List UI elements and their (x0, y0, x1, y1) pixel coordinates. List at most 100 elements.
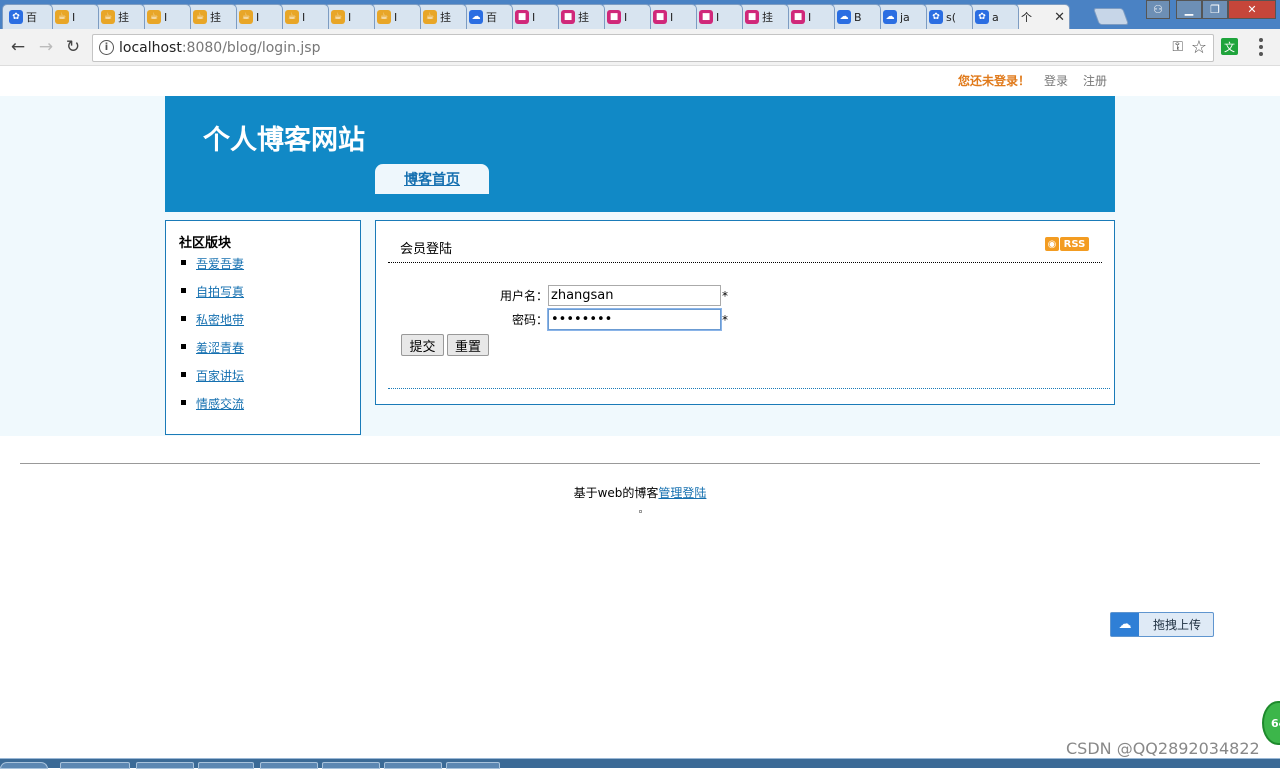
browser-menu-icon[interactable] (1256, 38, 1266, 56)
browser-tab[interactable]: ✿ a (968, 4, 1019, 29)
close-tab-icon[interactable]: ✕ (1054, 10, 1065, 25)
sidebar-item: 百家讲坛 (179, 367, 244, 395)
cup-icon: ☕ (147, 10, 161, 24)
tab-title: I (624, 10, 628, 24)
username-label: 用户名： (499, 289, 548, 303)
password-input[interactable] (547, 308, 722, 331)
tab-title: I (716, 10, 720, 24)
browser-tab[interactable]: ☕ I (324, 4, 375, 29)
url-path: :8080/blog/login.jsp (181, 40, 321, 56)
sidebar-link[interactable]: 羞涩青春 (196, 339, 244, 356)
square-icon: ■ (791, 10, 805, 24)
cup-icon: ☕ (377, 10, 391, 24)
browser-tab[interactable]: ☕ I (278, 4, 329, 29)
bullet-icon (181, 260, 186, 265)
browser-tab[interactable]: ■ I (692, 4, 743, 29)
login-link[interactable]: 登录 (1044, 72, 1068, 89)
os-taskbar (0, 758, 1280, 769)
speed-orb[interactable]: 64 (1262, 701, 1280, 745)
tab-title: 挂 (578, 11, 589, 24)
browser-tab[interactable]: ✿ s( (922, 4, 973, 29)
sidebar-link[interactable]: 私密地带 (196, 311, 244, 328)
submit-button[interactable]: 提交 (401, 334, 444, 356)
browser-tab[interactable]: ☁ B (830, 4, 881, 29)
tab-title: 百 (486, 11, 497, 24)
back-arrow-icon[interactable]: ← (8, 37, 28, 57)
tab-title: I (302, 10, 306, 24)
reset-button[interactable]: 重置 (447, 334, 489, 356)
bullet-icon (181, 400, 186, 405)
browser-tab[interactable]: ■ I (784, 4, 835, 29)
footer-divider (20, 463, 1260, 464)
cup-icon: ☕ (101, 10, 115, 24)
new-tab-button[interactable] (1092, 8, 1130, 25)
browser-tab[interactable]: ☕ I (370, 4, 421, 29)
close-window-button[interactable]: ✕ (1228, 0, 1276, 19)
sidebar-item: 自拍写真 (179, 283, 244, 311)
tab-title: a (992, 10, 999, 24)
sidebar-list: 吾爱吾妻 自拍写真 私密地带 羞涩青春 百家讲坛 情感交流 (179, 255, 244, 423)
browser-tab[interactable]: ☕ I (232, 4, 283, 29)
bookmark-star-icon[interactable]: ☆ (1191, 37, 1207, 58)
info-icon[interactable]: i (99, 40, 114, 55)
tab-title: I (532, 10, 536, 24)
register-link[interactable]: 注册 (1083, 72, 1107, 89)
sidebar-title: 社区版块 (179, 236, 232, 251)
cup-icon: ☕ (55, 10, 69, 24)
page-content: 您还未登录！ 登录 注册 个人博客网站 博客首页 社区版块 吾爱吾妻 自拍写真 … (0, 66, 1280, 758)
browser-tab[interactable]: ■ 挂 (554, 4, 605, 29)
cloud-icon: ☁ (883, 10, 897, 24)
browser-tab[interactable]: ☁ 百 (462, 4, 513, 29)
browser-tab[interactable]: ■ 挂 (738, 4, 789, 29)
translate-extension-icon[interactable]: 文 (1221, 38, 1238, 55)
tab-title: B (854, 10, 862, 24)
username-input[interactable] (548, 285, 721, 306)
browser-tab[interactable]: ☕ I (140, 4, 191, 29)
reload-icon[interactable]: ↻ (63, 37, 83, 57)
site-title: 个人博客网站 (203, 125, 365, 156)
site-header: 个人博客网站 博客首页 (165, 96, 1115, 212)
browser-tab[interactable]: ✿ 百 (2, 4, 53, 29)
sidebar-link[interactable]: 自拍写真 (196, 283, 244, 300)
rss-label: RSS (1060, 237, 1089, 251)
nav-tab-blog-home[interactable]: 博客首页 (375, 164, 489, 194)
browser-tab-strip: 个 ✕ ✿ a ✿ s(☁ ja ☁ B ■ I ■ 挂 ■ I ■ I ■ I ■ 挂 ■ I ☁ 百 ☕ 挂 ☕ I ☕ I ☕ I ☕ I ☕ 挂… (0, 0, 1280, 29)
upload-label: 拖拽上传 (1153, 618, 1202, 632)
divider (388, 262, 1102, 263)
bullet-icon (181, 372, 186, 377)
tab-title: I (164, 10, 168, 24)
rss-icon: ◉ (1045, 237, 1059, 251)
minimize-button[interactable]: ▁ (1176, 0, 1202, 19)
browser-tab[interactable]: ■ I (600, 4, 651, 29)
square-icon: ■ (653, 10, 667, 24)
bullet-icon (181, 288, 186, 293)
restore-button[interactable]: ❐ (1202, 0, 1228, 19)
tab-title: 挂 (210, 11, 221, 24)
browser-tab[interactable]: ☕ 挂 (186, 4, 237, 29)
browser-tab[interactable]: ☁ ja (876, 4, 927, 29)
user-status-bar: 您还未登录！ 登录 注册 (0, 66, 1280, 96)
user-profile-icon[interactable]: ⚇ (1146, 0, 1170, 19)
browser-tab[interactable]: ☕ 挂 (94, 4, 145, 29)
sidebar-link[interactable]: 吾爱吾妻 (196, 255, 244, 272)
browser-tab[interactable]: ☕ 挂 (416, 4, 467, 29)
sidebar-link[interactable]: 百家讲坛 (196, 367, 244, 384)
sidebar-item: 情感交流 (179, 395, 244, 423)
url-host: localhost (119, 40, 182, 56)
password-label: 密码： (511, 313, 548, 327)
forward-arrow-icon[interactable]: → (36, 37, 56, 57)
drag-upload-button[interactable]: ☁ 拖拽上传 (1110, 612, 1214, 637)
key-icon[interactable]: ⚿ (1172, 39, 1183, 55)
paw-icon: ✿ (9, 10, 23, 24)
address-bar[interactable]: i localhost:8080/blog/login.jsp ⚿ ☆ (92, 34, 1214, 62)
browser-tab[interactable]: ■ I (646, 4, 697, 29)
tab-title: 个 (1021, 11, 1032, 24)
sidebar-link[interactable]: 情感交流 (196, 395, 244, 412)
rss-badge[interactable]: ◉ RSS (1045, 237, 1089, 251)
browser-tab[interactable]: ■ I (508, 4, 559, 29)
browser-toolbar: ← → ↻ i localhost:8080/blog/login.jsp ⚿ … (0, 29, 1280, 66)
url-text[interactable]: localhost:8080/blog/login.jsp (119, 40, 320, 56)
browser-tab[interactable]: ☕ I (48, 4, 99, 29)
admin-login-link[interactable]: 管理登陆 (658, 486, 706, 500)
browser-tab[interactable]: 个 ✕ (1014, 4, 1070, 29)
